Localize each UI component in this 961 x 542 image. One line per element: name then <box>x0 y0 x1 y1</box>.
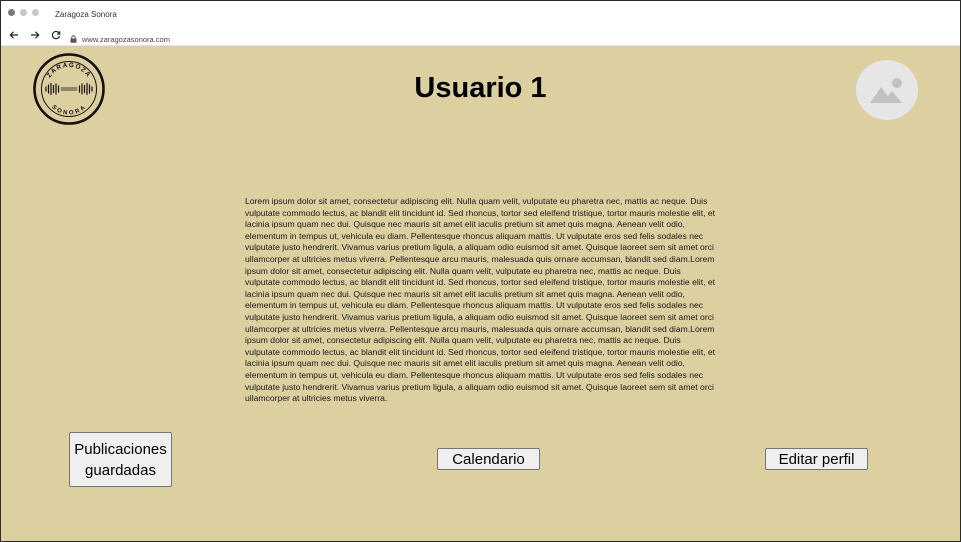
url-text[interactable]: www.zaragozasonora.com <box>82 35 170 44</box>
back-arrow-icon[interactable] <box>8 29 20 41</box>
reload-icon[interactable] <box>50 29 62 41</box>
profile-bio: Lorem ipsum dolor sit amet, consectetur … <box>245 196 716 404</box>
window-dot-maximize[interactable] <box>32 9 39 16</box>
image-placeholder-icon <box>870 78 902 103</box>
browser-window: Zaragoza Sonora www.zaragozasonora.com Z… <box>0 0 961 542</box>
calendar-button[interactable]: Calendario <box>437 448 540 470</box>
tab-title[interactable]: Zaragoza Sonora <box>55 10 117 19</box>
page-title: Usuario 1 <box>414 72 547 104</box>
saved-posts-button[interactable]: Publicaciones guardadas <box>69 432 172 487</box>
window-controls <box>8 9 39 16</box>
browser-chrome: Zaragoza Sonora www.zaragozasonora.com <box>1 1 960 46</box>
forward-arrow-icon[interactable] <box>29 29 41 41</box>
window-dot-close[interactable] <box>8 9 15 16</box>
edit-profile-button[interactable]: Editar perfil <box>765 448 868 470</box>
logo-text-bottom: SONORA <box>50 105 86 117</box>
window-dot-minimize[interactable] <box>20 9 27 16</box>
svg-text:SONORA: SONORA <box>50 105 87 117</box>
profile-page: ZARAGOZA SONORA Usuario 1 Lorem ipsum do… <box>1 46 960 541</box>
browser-nav <box>8 29 62 41</box>
profile-avatar[interactable] <box>856 60 918 120</box>
